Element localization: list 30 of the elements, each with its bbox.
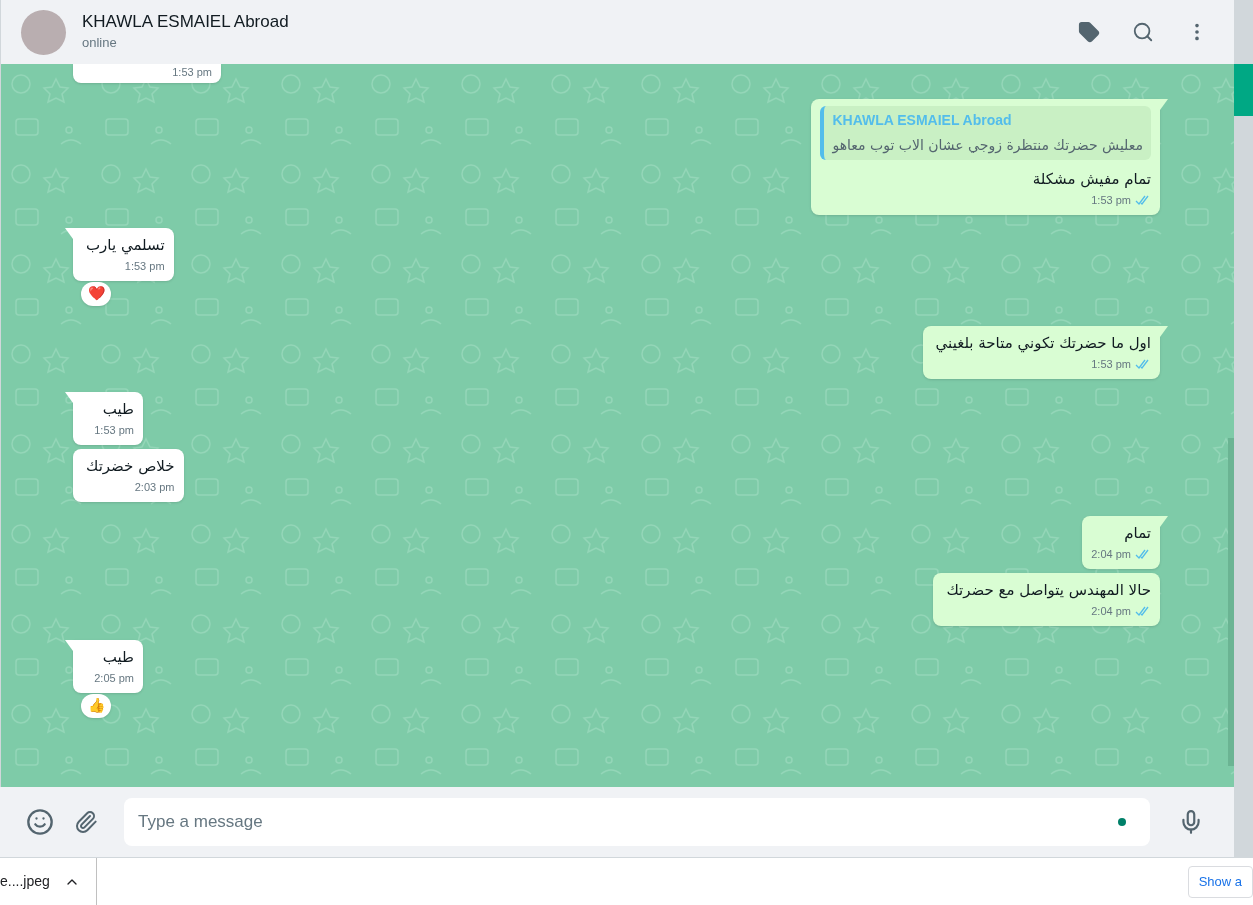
message-input[interactable]: Type a message <box>124 798 1150 846</box>
contact-name[interactable]: KHAWLA ESMAIEL Abroad <box>82 11 289 33</box>
message-text: طيب <box>101 398 134 420</box>
contact-status: online <box>82 34 118 52</box>
message-text: اول ما حضرتك تكوني متاحة بلغيني <box>934 332 1151 355</box>
show-all-button[interactable]: Show a <box>1187 865 1253 898</box>
message-text: تمام <box>1123 522 1151 544</box>
download-file-name[interactable]: e....jpeg <box>0 871 50 892</box>
message-time: 1:53 pm <box>1091 357 1131 372</box>
message-time: 1:53 pm <box>172 65 212 80</box>
message-text: حالا المهندس يتواصل مع حضرتك <box>945 579 1151 601</box>
quote-text: معليش حضرتك منتظرة زوجي عشان الاب توب معاهو <box>832 135 1143 156</box>
label-icon[interactable] <box>1078 21 1100 43</box>
message-time: 2:03 pm <box>134 480 175 495</box>
message-time: 2:04 pm <box>1091 604 1131 619</box>
quote-author: KHAWLA ESMAIEL Abroad <box>832 110 1013 130</box>
search-icon[interactable] <box>1132 21 1154 43</box>
message-time: 1:53 pm <box>94 423 134 438</box>
message-time: 2:04 pm <box>1091 547 1131 562</box>
message-text: تسلمي يارب <box>85 234 165 257</box>
side-panel-strip <box>1234 64 1253 116</box>
message-time: 1:53 pm <box>1091 193 1131 208</box>
scrollbar-thumb[interactable] <box>1228 438 1234 766</box>
message-time: 1:53 pm <box>124 259 165 274</box>
message-time: 2:05 pm <box>94 671 134 686</box>
message-text: تمام مفيش مشكلة <box>1031 168 1151 190</box>
message-text: طيب <box>101 646 134 668</box>
attach-icon[interactable] <box>74 810 98 834</box>
emoji-icon[interactable] <box>26 808 54 836</box>
message-text: خلاص خضرتك <box>85 455 175 477</box>
